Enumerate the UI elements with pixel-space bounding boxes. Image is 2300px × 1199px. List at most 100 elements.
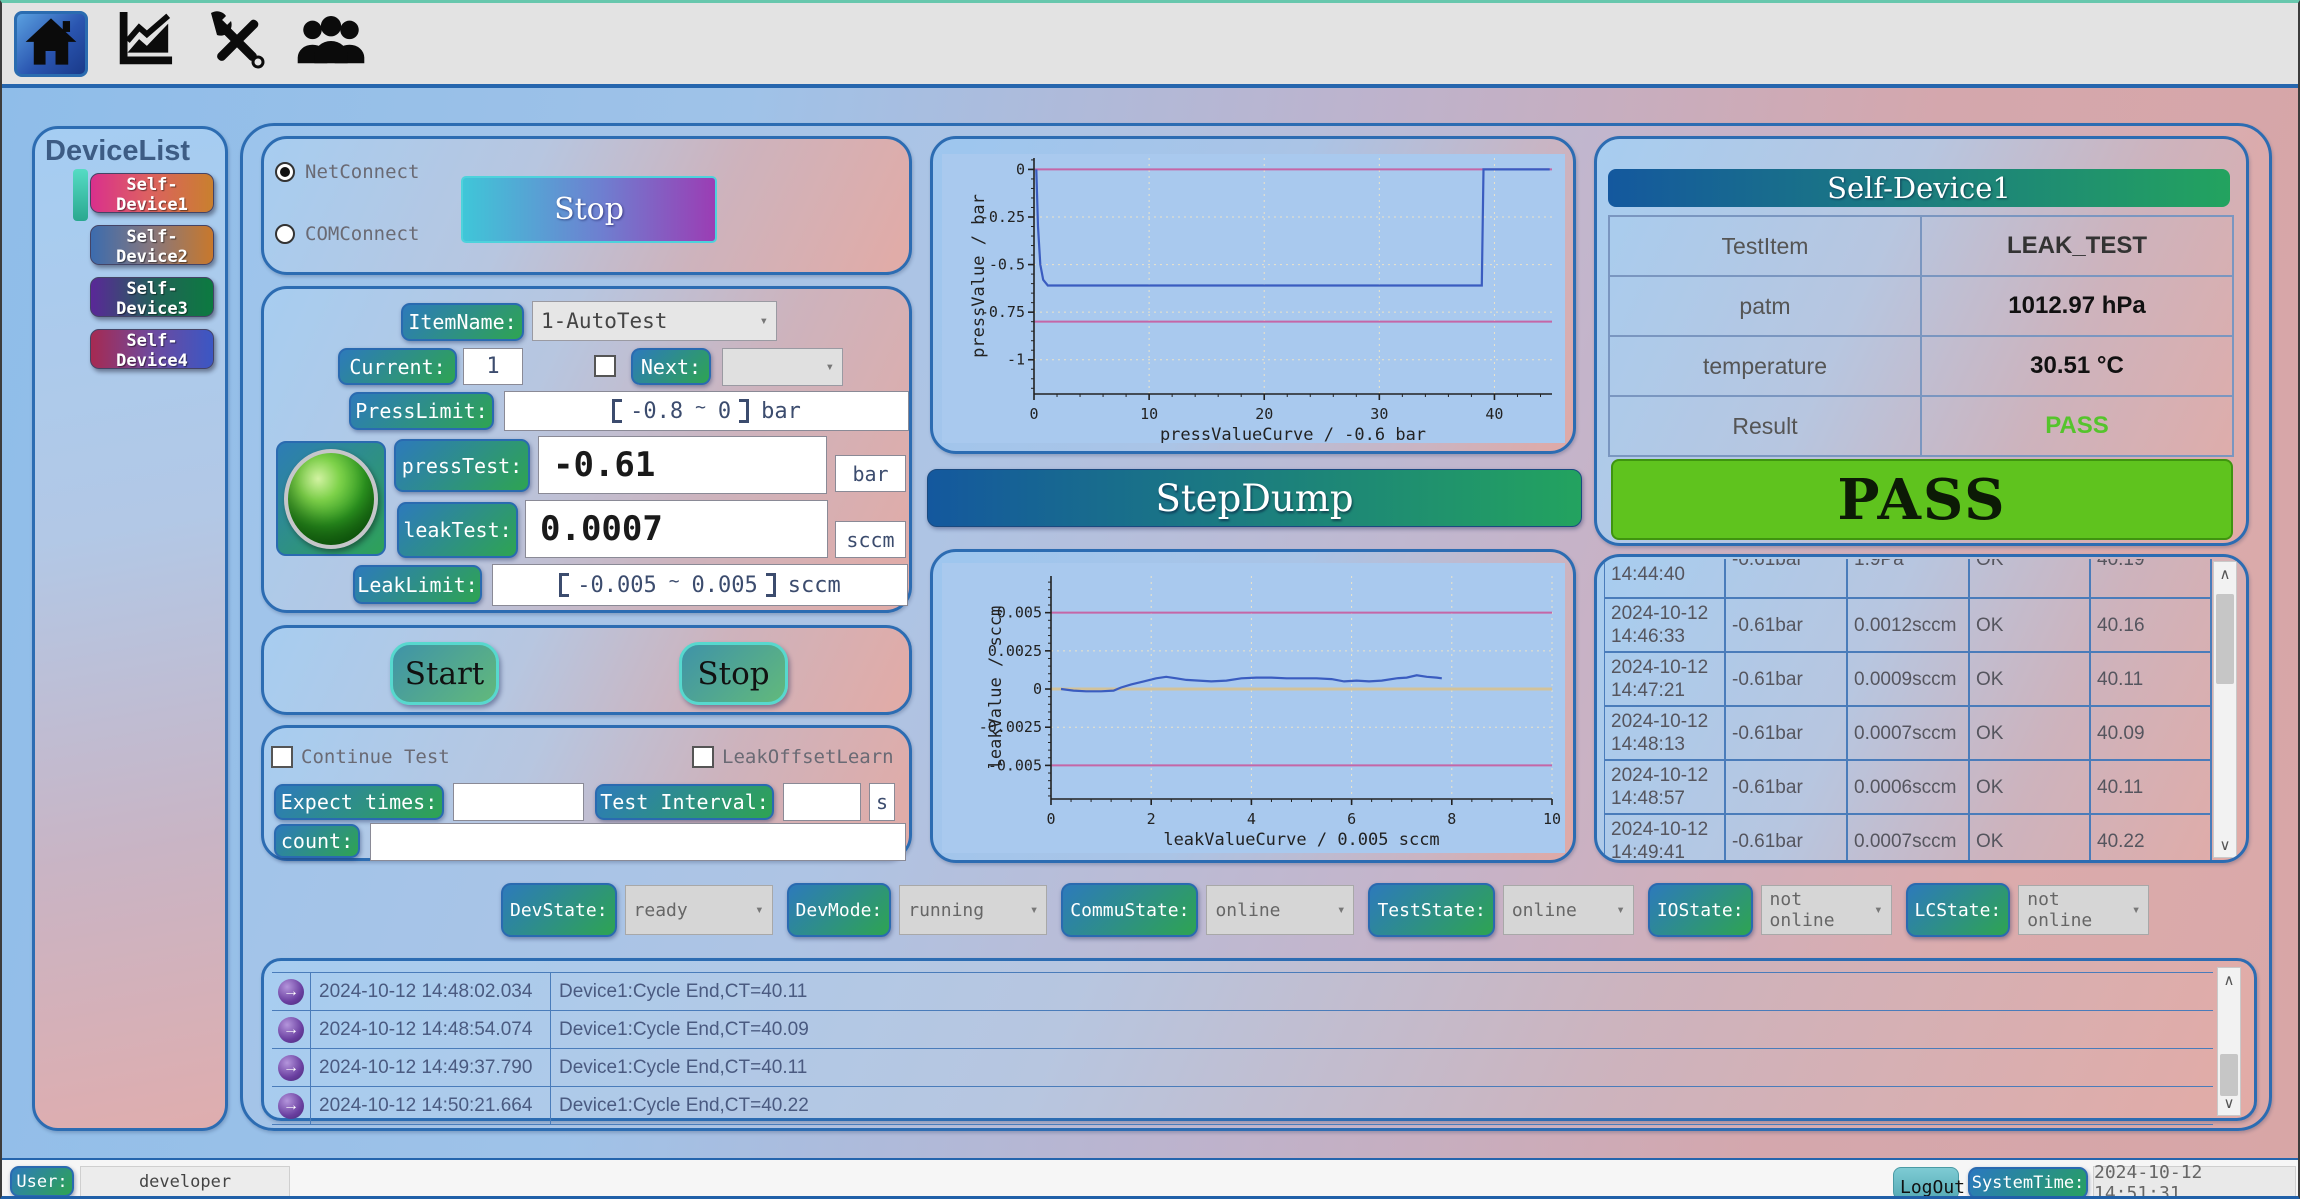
device-button[interactable]: Self-Device3 bbox=[90, 277, 214, 317]
continue-test-checkbox[interactable] bbox=[271, 746, 293, 768]
connection-stop-button[interactable]: Stop bbox=[461, 176, 717, 243]
svg-text:6: 6 bbox=[1347, 810, 1356, 828]
log-row[interactable]: → 2024-10-12 14:48:54.074 Device1:Cycle … bbox=[272, 1011, 2213, 1049]
users-nav-button[interactable] bbox=[292, 11, 370, 77]
comconnect-option[interactable]: COMConnect bbox=[275, 223, 419, 245]
count-input[interactable] bbox=[370, 823, 906, 861]
log-message: Device1:Cycle End,CT=40.11 bbox=[550, 973, 2213, 1010]
svg-text:4: 4 bbox=[1247, 810, 1256, 828]
test-interval-input[interactable] bbox=[783, 783, 861, 821]
device-list-title: DeviceList bbox=[45, 135, 225, 168]
scroll-up-icon[interactable]: ∧ bbox=[2224, 968, 2235, 992]
device-button[interactable]: Self-Device1 bbox=[90, 173, 214, 213]
chart-nav-button[interactable] bbox=[104, 11, 182, 77]
result-row[interactable]: 2024-10-12 14:47:21 -0.61bar 0.0009sccm … bbox=[1605, 653, 2212, 707]
result-cell-time: 2024-10-12 14:46:33 bbox=[1605, 599, 1726, 651]
press-chart-plot: 0102030400-0.25-0.5-0.75-1pressValueCurv… bbox=[942, 154, 1565, 443]
current-input[interactable]: 1 bbox=[463, 348, 523, 385]
scroll-track[interactable] bbox=[2218, 992, 2240, 1091]
settings-nav-button[interactable] bbox=[198, 11, 276, 77]
status-dropdown[interactable]: not online ▾ bbox=[2018, 885, 2149, 935]
itemname-dropdown[interactable]: 1-AutoTest ▾ bbox=[532, 301, 777, 341]
result-cell-leak: 1.9Pa bbox=[1848, 559, 1970, 597]
pass-banner: PASS bbox=[1611, 459, 2233, 540]
log-row[interactable]: → 2024-10-12 14:50:21.664 Device1:Cycle … bbox=[272, 1087, 2213, 1125]
systime-chip: SystemTime: bbox=[1968, 1167, 2088, 1199]
results-scrollbar[interactable]: ∧ ∨ bbox=[2213, 561, 2237, 858]
svg-text:pressValue / bar: pressValue / bar bbox=[969, 194, 989, 358]
log-time: 2024-10-12 14:48:02.034 bbox=[310, 973, 550, 1010]
home-button[interactable] bbox=[14, 11, 88, 77]
status-bar: DevState: ready ▾ DevMode: running ▾ Com… bbox=[501, 883, 2149, 937]
leaklimit-field: -0.005 ~ 0.005 sccm bbox=[492, 564, 908, 606]
result-row[interactable]: 2024-10-12 14:48:57 -0.61bar 0.0006sccm … bbox=[1605, 761, 2212, 815]
scroll-track[interactable] bbox=[2214, 586, 2236, 833]
leaktest-unit: sccm bbox=[835, 521, 906, 558]
left-bracket-icon bbox=[612, 399, 622, 423]
log-icon-cell: → bbox=[272, 1055, 310, 1081]
status-dropdown[interactable]: online ▾ bbox=[1206, 885, 1354, 935]
scroll-thumb[interactable] bbox=[2216, 594, 2234, 684]
netconnect-radio[interactable] bbox=[275, 162, 295, 182]
result-cell-press: -0.61bar bbox=[1726, 559, 1848, 597]
scroll-down-icon[interactable]: ∨ bbox=[2220, 833, 2231, 857]
count-chip: count: bbox=[274, 824, 360, 858]
status-dropdown[interactable]: online ▾ bbox=[1503, 885, 1634, 935]
status-label-chip: IOState: bbox=[1648, 883, 1753, 937]
status-label-chip: TestState: bbox=[1368, 883, 1494, 937]
status-label-chip: LCState: bbox=[1906, 883, 2011, 937]
log-scrollbar[interactable]: ∧ ∨ bbox=[2217, 967, 2241, 1116]
leak-offset-option[interactable]: LeakOffsetLearn bbox=[692, 746, 894, 768]
logout-button[interactable]: LogOut bbox=[1893, 1167, 1959, 1199]
leaklimit-unit: sccm bbox=[788, 573, 841, 598]
comconnect-radio[interactable] bbox=[275, 224, 295, 244]
start-button[interactable]: Start bbox=[390, 642, 499, 705]
presslimit-field: -0.8 ~ 0 bar bbox=[504, 391, 909, 431]
left-bracket-icon bbox=[559, 573, 569, 597]
connection-panel: NetConnect COMConnect Stop bbox=[261, 136, 912, 275]
log-message: Device1:Cycle End,CT=40.22 bbox=[550, 1087, 2213, 1124]
log-row[interactable]: → 2024-10-12 14:49:37.790 Device1:Cycle … bbox=[272, 1049, 2213, 1087]
leak-offset-label: LeakOffsetLearn bbox=[722, 746, 894, 768]
netconnect-option[interactable]: NetConnect bbox=[275, 161, 419, 183]
device-button[interactable]: Self-Device2 bbox=[90, 225, 214, 265]
next-dropdown[interactable]: ▾ bbox=[722, 348, 843, 386]
result-cell-time: 2024-10-12 14:48:13 bbox=[1605, 707, 1726, 759]
status-dropdown[interactable]: running ▾ bbox=[899, 885, 1047, 935]
itemname-chip: ItemName: bbox=[401, 303, 524, 341]
result-cell-time: 14:44:40 bbox=[1605, 559, 1726, 597]
status-lamp-green bbox=[284, 449, 378, 549]
chevron-down-icon: ▾ bbox=[2132, 902, 2140, 918]
device-button[interactable]: Self-Device4 bbox=[90, 329, 214, 369]
result-cell-leak: 0.0007sccm bbox=[1848, 707, 1970, 759]
continue-panel: Continue Test LeakOffsetLearn Expect tim… bbox=[261, 725, 912, 861]
stop-button[interactable]: Stop bbox=[679, 642, 788, 705]
result-row[interactable]: 2024-10-12 14:49:41 -0.61bar 0.0007sccm … bbox=[1605, 815, 2212, 863]
scroll-thumb[interactable] bbox=[2220, 1054, 2238, 1096]
continue-test-option[interactable]: Continue Test bbox=[271, 746, 450, 768]
expect-times-input[interactable] bbox=[453, 783, 584, 821]
device-list: Self-Device1 Self-Device2 Self-Device3 Self… bbox=[90, 173, 214, 381]
stepdump-button[interactable]: StepDump bbox=[927, 469, 1582, 527]
status-item: CommuState: online ▾ bbox=[1061, 883, 1354, 937]
result-cell-leak: 0.0012sccm bbox=[1848, 599, 1970, 651]
status-dropdown[interactable]: not online ▾ bbox=[1761, 885, 1892, 935]
results-table-panel: 14:44:40 -0.61bar 1.9Pa OK 40.19 2024-10… bbox=[1594, 554, 2249, 863]
result-row[interactable]: 14:44:40 -0.61bar 1.9Pa OK 40.19 bbox=[1605, 559, 2212, 599]
scroll-up-icon[interactable]: ∧ bbox=[2220, 562, 2231, 586]
press-chart: 0102030400-0.25-0.5-0.75-1pressValueCurv… bbox=[942, 154, 1565, 443]
log-row[interactable]: → 2024-10-12 14:48:02.034 Device1:Cycle … bbox=[272, 973, 2213, 1011]
leak-offset-checkbox[interactable] bbox=[692, 746, 714, 768]
result-row[interactable]: 2024-10-12 14:46:33 -0.61bar 0.0012sccm … bbox=[1605, 599, 2212, 653]
info-row: TestItem LEAK_TEST bbox=[1610, 217, 2234, 277]
result-row[interactable]: 2024-10-12 14:48:13 -0.61bar 0.0007sccm … bbox=[1605, 707, 2212, 761]
user-chip: User: bbox=[10, 1166, 74, 1197]
presstest-unit: bar bbox=[835, 455, 906, 492]
result-cell-press: -0.61bar bbox=[1726, 761, 1848, 813]
status-dropdown[interactable]: ready ▾ bbox=[625, 885, 773, 935]
chevron-down-icon: ▾ bbox=[826, 359, 834, 375]
status-item: LCState: not online ▾ bbox=[1906, 883, 2150, 937]
info-row: Result PASS bbox=[1610, 397, 2234, 457]
next-checkbox[interactable] bbox=[594, 355, 616, 377]
leaklimit-high: 0.005 bbox=[692, 573, 758, 598]
